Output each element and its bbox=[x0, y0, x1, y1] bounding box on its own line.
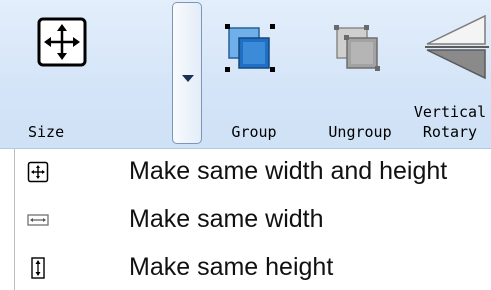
size-button[interactable]: Size bbox=[0, 0, 172, 148]
ungroup-button-label: Ungroup bbox=[328, 123, 392, 141]
menu-item-label: Make same width bbox=[129, 205, 324, 233]
menu-item-same-height[interactable]: Make same height bbox=[15, 245, 491, 290]
menu-item-label: Make same height bbox=[129, 253, 334, 281]
ribbon-toolbar: Size Group Ungroup Vertical Rotary bbox=[0, 0, 491, 149]
group-button-label: Group bbox=[231, 123, 277, 141]
menu-item-same-width-and-height[interactable]: Make same width and height bbox=[15, 149, 491, 194]
group-button[interactable]: Group bbox=[203, 0, 305, 148]
same-size-icon bbox=[27, 161, 49, 183]
vertical-rotary-button[interactable]: Vertical Rotary bbox=[414, 0, 491, 148]
dropdown-arrow-icon bbox=[182, 75, 194, 82]
menu-item-label: Make same width and height bbox=[129, 157, 448, 185]
group-icon bbox=[225, 24, 275, 72]
size-button-label: Size bbox=[28, 123, 65, 141]
size-dropdown-button[interactable] bbox=[172, 2, 202, 144]
menu-item-same-width[interactable]: Make same width bbox=[15, 197, 491, 242]
same-height-icon bbox=[31, 257, 45, 279]
ungroup-icon bbox=[334, 25, 380, 71]
move-arrows-icon bbox=[37, 17, 87, 67]
size-dropdown-menu: Make same width and height Make same wid… bbox=[14, 149, 491, 290]
vertical-rotary-button-label: Vertical Rotary bbox=[413, 103, 487, 141]
vertical-rotary-icon bbox=[425, 14, 489, 80]
ungroup-button[interactable]: Ungroup bbox=[305, 0, 415, 148]
same-width-icon bbox=[27, 214, 49, 226]
